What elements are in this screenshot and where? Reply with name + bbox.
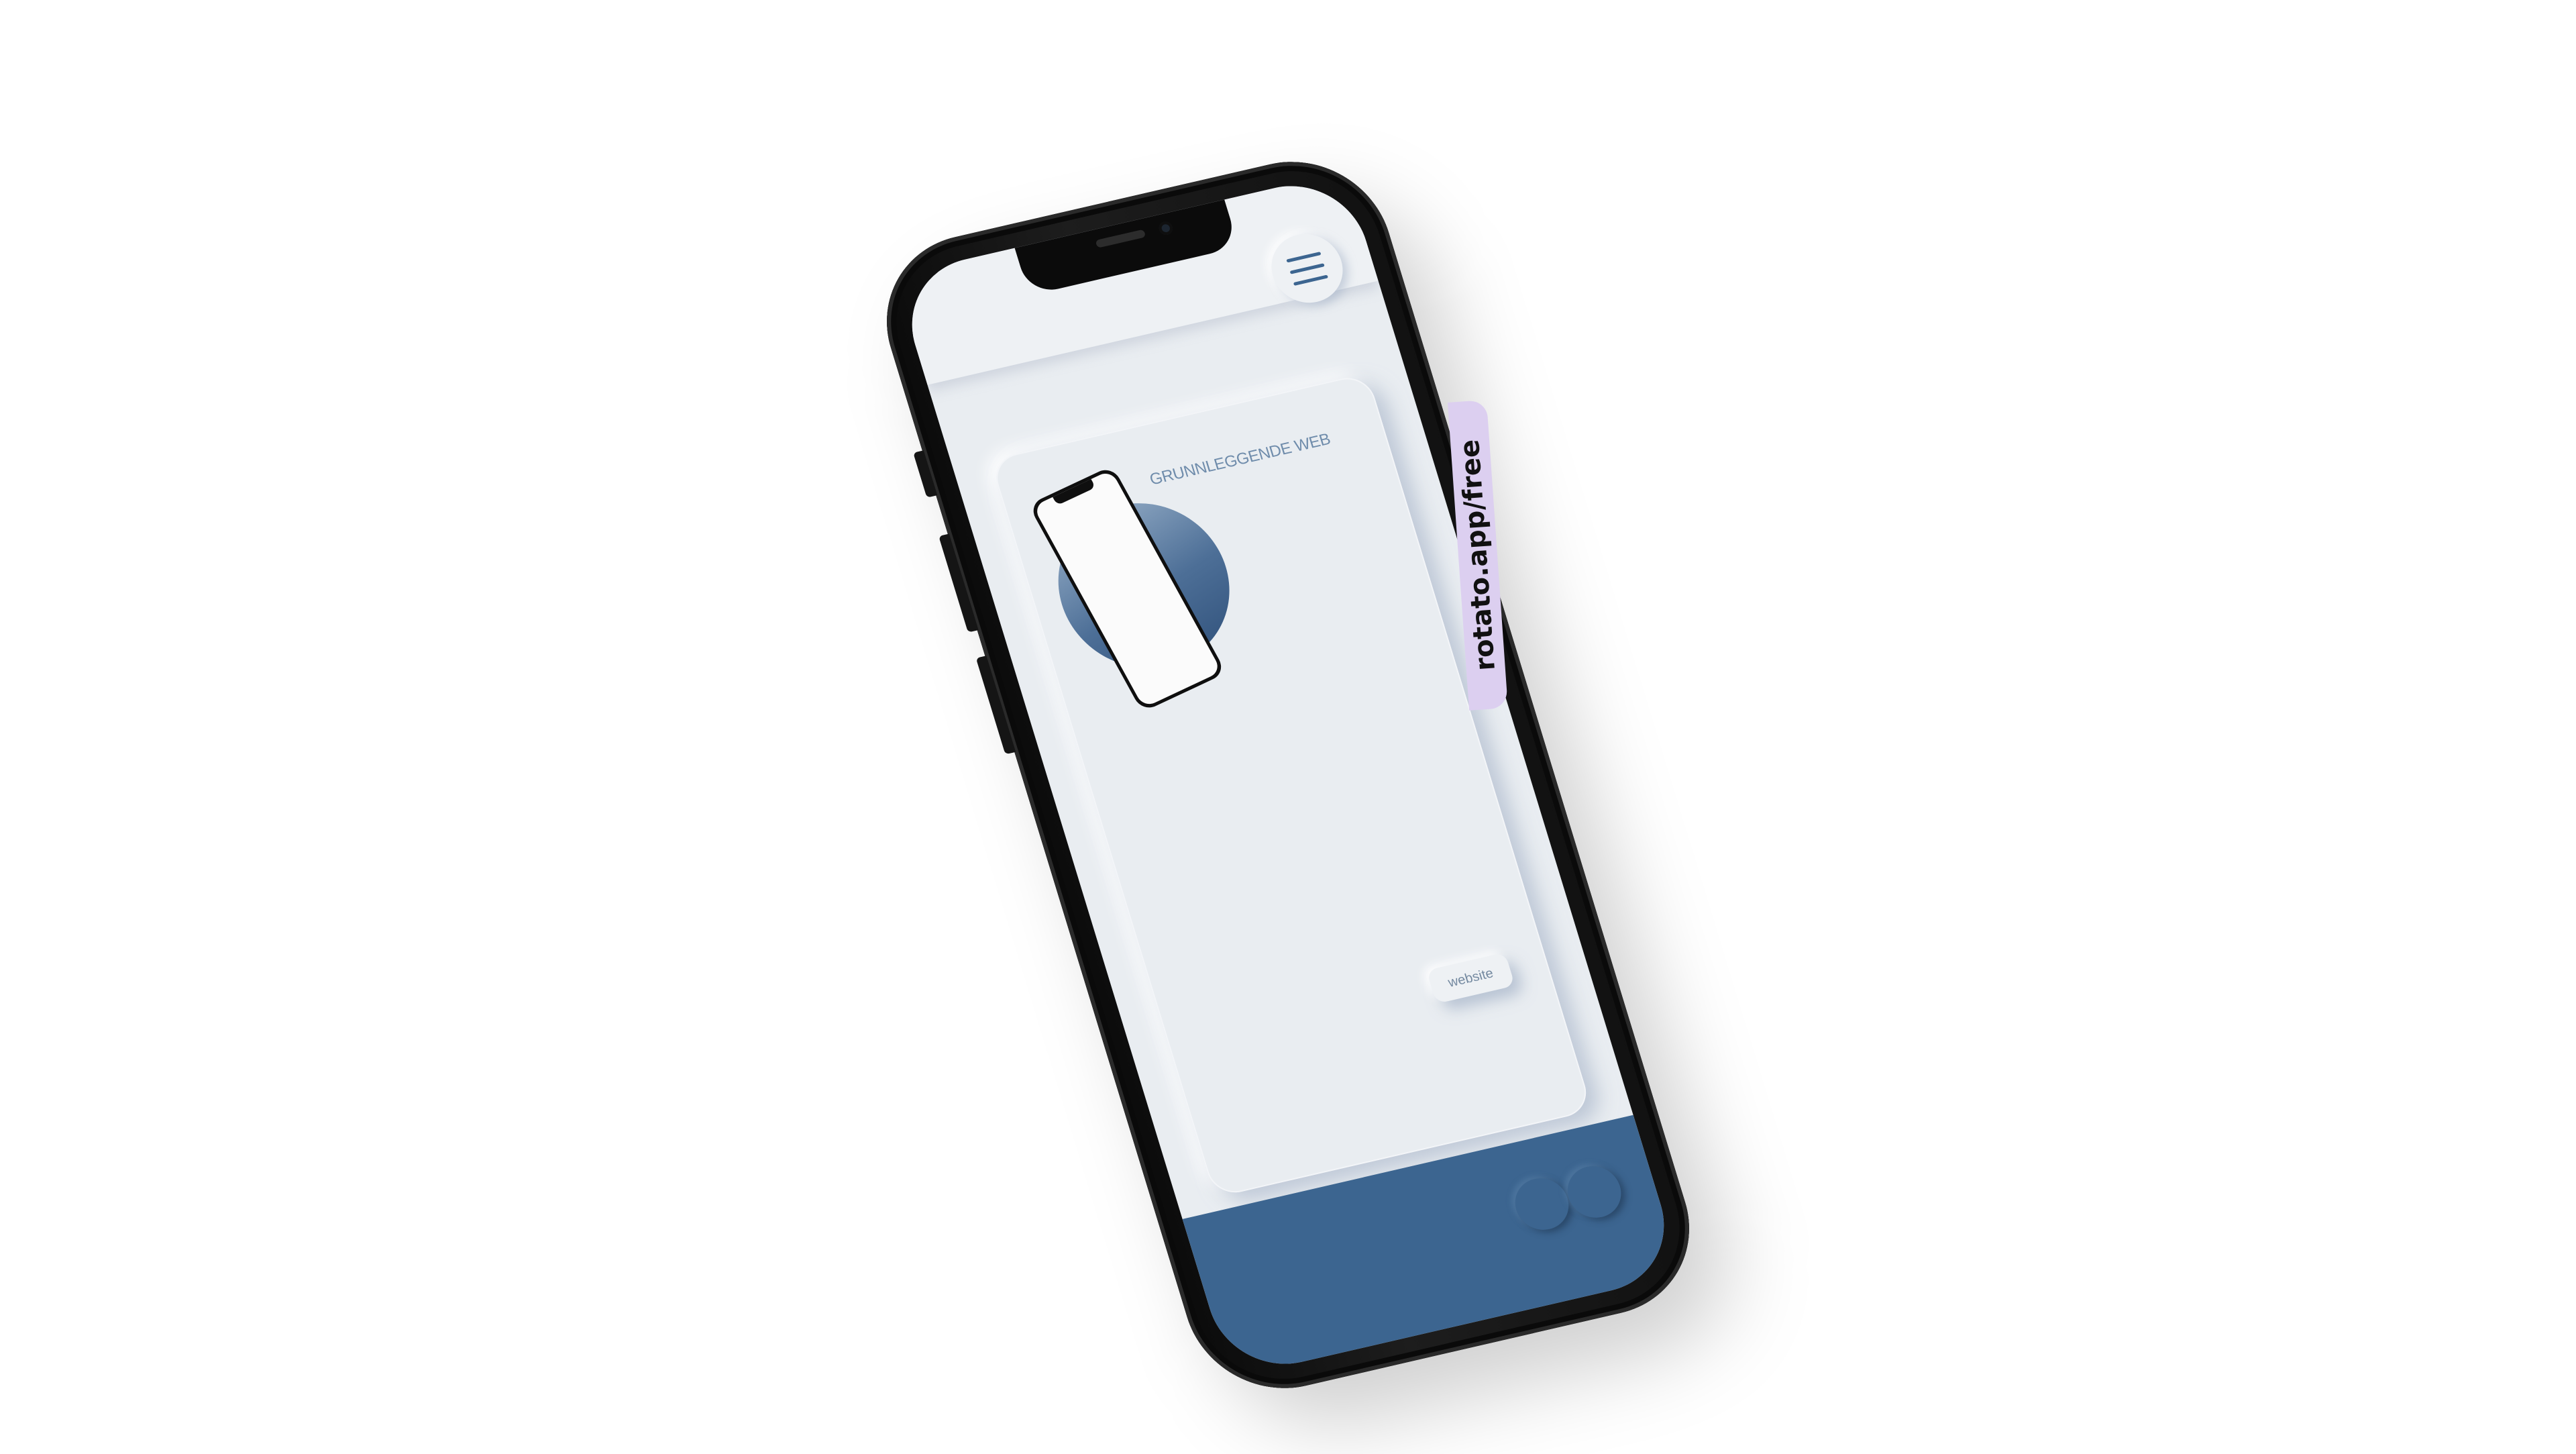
footer-circle-button-1[interactable]: [1509, 1173, 1576, 1235]
project-card[interactable]: GRUNNLEGGENDE WEB website: [989, 372, 1593, 1198]
phone-frame: GRUNNLEGGENDE WEB website: [863, 143, 1713, 1407]
volume-up-button: [938, 533, 979, 633]
volume-down-button: [975, 656, 1016, 755]
card-title: GRUNNLEGGENDE WEB: [1147, 429, 1333, 489]
front-camera-icon: [1157, 220, 1175, 236]
phone-mockup: GRUNNLEGGENDE WEB website: [863, 143, 1753, 1446]
speaker-grille: [1095, 229, 1146, 248]
footer-circle-button-2[interactable]: [1561, 1161, 1628, 1223]
mute-switch: [913, 450, 938, 498]
canvas: GRUNNLEGGENDE WEB website rotato.app/fre…: [0, 0, 2576, 1449]
website-button[interactable]: website: [1426, 952, 1515, 1004]
